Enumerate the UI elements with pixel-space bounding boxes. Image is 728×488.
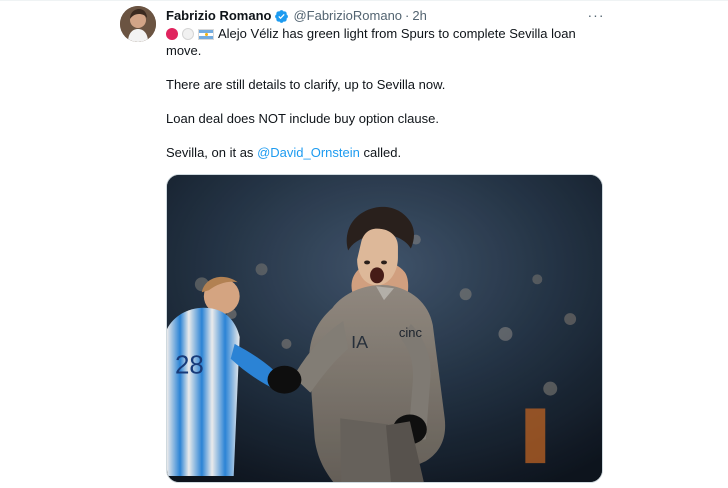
tweet-gap bbox=[166, 59, 606, 76]
tweet-text: Alejo Véliz has green light from Spurs t… bbox=[166, 25, 606, 161]
more-options-icon: ··· bbox=[587, 7, 605, 23]
tweet-line-3: There are still details to clarify, up t… bbox=[166, 77, 446, 92]
tweet-line-2: move. bbox=[166, 43, 202, 58]
tweet-timestamp[interactable]: 2h bbox=[412, 7, 426, 25]
tweet-line-1: Alejo Véliz has green light from Spurs t… bbox=[166, 25, 606, 42]
author-handle[interactable]: @FabrizioRomano bbox=[293, 7, 402, 25]
tweet-gap bbox=[166, 127, 606, 144]
author-display-name[interactable]: Fabrizio Romano bbox=[166, 7, 271, 25]
white-circle-emoji bbox=[182, 28, 194, 40]
red-circle-emoji bbox=[166, 28, 178, 40]
tweet-line-5: Sevilla, on it as @David_Ornstein called… bbox=[166, 144, 606, 161]
tweet-card: Fabrizio Romano @FabrizioRomano · 2h ···… bbox=[0, 0, 728, 488]
verified-badge-icon bbox=[274, 9, 289, 24]
emoji-group bbox=[166, 28, 214, 40]
tweet-text-line: Alejo Véliz has green light from Spurs t… bbox=[218, 26, 576, 41]
more-options-button[interactable]: ··· bbox=[585, 5, 607, 25]
tweet-line-4: Loan deal does NOT include buy option cl… bbox=[166, 111, 439, 126]
tweet-text-line: called. bbox=[363, 145, 402, 160]
tweet-header: Fabrizio Romano @FabrizioRomano · 2h bbox=[166, 7, 427, 25]
tweet-media[interactable]: 28 cinc IA bbox=[166, 174, 603, 483]
mention-link[interactable]: @David_Ornstein bbox=[257, 145, 360, 160]
tweet-text-line: Sevilla, on it as bbox=[166, 145, 254, 160]
tweet-gap bbox=[166, 93, 606, 110]
argentina-flag-emoji bbox=[198, 28, 214, 40]
player-photo-icon: 28 cinc IA bbox=[167, 175, 602, 482]
header-separator: · bbox=[405, 8, 410, 23]
author-avatar[interactable] bbox=[120, 6, 156, 42]
avatar-photo-icon bbox=[120, 6, 156, 42]
